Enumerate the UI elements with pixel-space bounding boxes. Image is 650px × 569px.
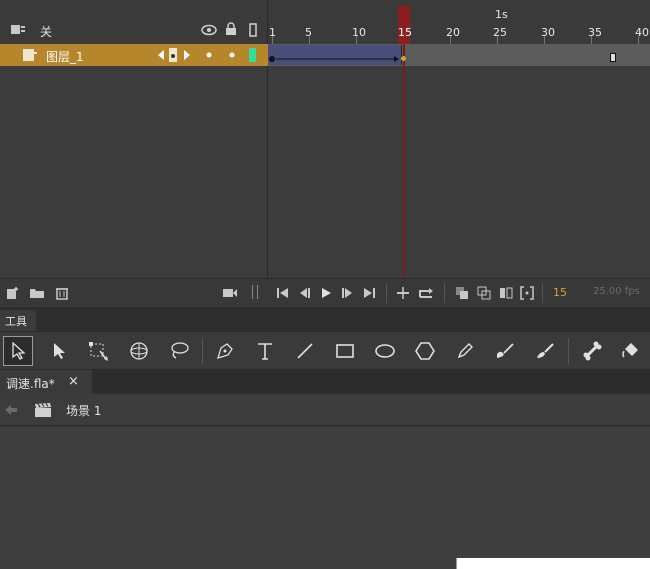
selection-tool[interactable] [3,336,33,366]
eye-icon[interactable] [201,24,217,36]
ruler-label: 10 [352,26,366,39]
text-tool[interactable] [250,336,280,366]
layer-name[interactable]: 图层_1 [46,48,84,65]
timeline-footer: 15 25.00 fps [0,278,650,306]
time-marker: 1s [495,8,508,21]
tools-separator [568,338,569,364]
layer-header-title: 关 [40,25,53,39]
layer-options-icon[interactable] [10,23,26,37]
subselection-tool[interactable] [44,336,74,366]
center-frame-icon[interactable] [396,287,410,299]
scene-clapper-icon [34,402,52,418]
brush-tool[interactable] [530,336,560,366]
playhead[interactable]: 15 [398,6,412,44]
lasso-tool[interactable] [164,336,194,366]
scene-label[interactable]: 场景 1 [66,402,101,419]
footer-divider [386,283,387,303]
outline-icon[interactable] [249,23,257,37]
tools-bar [0,331,650,369]
step-back-icon[interactable] [298,287,312,299]
layer-lock-dot-icon[interactable] [229,52,235,58]
pencil-tool[interactable] [450,336,480,366]
layer-color-box[interactable] [249,48,256,62]
scene-bar: 场景 1 [0,394,650,426]
3d-rotation-tool[interactable] [124,336,154,366]
document-tab[interactable]: 调速.fla* × [0,370,92,394]
delete-layer-icon[interactable] [55,286,69,300]
edit-multiple-frames-icon[interactable] [499,286,513,300]
current-frame-dot [401,56,406,61]
camera-icon[interactable] [222,287,238,299]
playhead-line [403,44,405,278]
stage-canvas[interactable] [456,558,650,569]
modify-markers-icon[interactable] [520,286,534,300]
tools-tab[interactable]: 工具 [0,310,36,331]
onion-skin-outlines-icon[interactable] [477,286,491,300]
layer-icon [22,48,38,62]
line-tool[interactable] [290,336,320,366]
document-tab-bar [0,369,650,394]
end-frame-marker [610,53,616,62]
play-icon[interactable] [320,287,332,299]
ruler-label: 20 [446,26,460,39]
onion-skin-icon[interactable] [455,286,469,300]
footer-divider [542,283,543,303]
panel-divider-handle[interactable] [252,285,258,299]
free-transform-tool[interactable] [84,336,114,366]
fps-readout[interactable]: 25.00 fps [593,286,640,297]
next-keyframe-icon[interactable] [182,49,192,61]
go-last-frame-icon[interactable] [362,287,376,299]
prev-keyframe-icon[interactable] [156,49,166,61]
polystar-tool[interactable] [410,336,440,366]
tools-tab-bar [0,307,650,331]
footer-divider [444,283,445,303]
add-keyframe-icon[interactable] [168,47,178,63]
new-folder-icon[interactable] [29,287,45,299]
paint-bucket-tool[interactable] [616,336,646,366]
new-layer-icon[interactable] [6,286,20,300]
stage-area[interactable] [0,427,650,569]
motion-tween-span[interactable] [268,45,402,65]
lock-icon[interactable] [225,22,237,36]
layer-visible-dot-icon[interactable] [206,52,212,58]
step-forward-icon[interactable] [340,287,354,299]
pen-tool[interactable] [210,336,240,366]
back-arrow-icon[interactable] [4,404,18,416]
go-first-frame-icon[interactable] [276,287,290,299]
playhead-frame-label: 15 [398,26,412,39]
oval-tool[interactable] [370,336,400,366]
paint-brush-tool[interactable] [490,336,520,366]
layer-row[interactable]: 图层_1 [0,44,268,66]
current-frame-readout[interactable]: 15 [553,286,567,299]
document-tab-label: 调速.fla* [6,377,55,391]
timeline-ruler[interactable]: 1s 1 5 10 20 25 30 35 40 [268,0,650,44]
close-tab-button[interactable]: × [68,374,79,389]
rectangle-tool[interactable] [330,336,360,366]
tools-tab-label: 工具 [5,315,27,328]
frames-area[interactable] [268,44,650,278]
loop-icon[interactable] [418,287,434,299]
bone-tool[interactable] [577,336,607,366]
tools-separator [202,338,203,364]
layers-column: 关 图层_1 [0,0,268,278]
ruler-label: 25 [493,26,507,39]
layer-header-row: 关 [0,18,268,44]
